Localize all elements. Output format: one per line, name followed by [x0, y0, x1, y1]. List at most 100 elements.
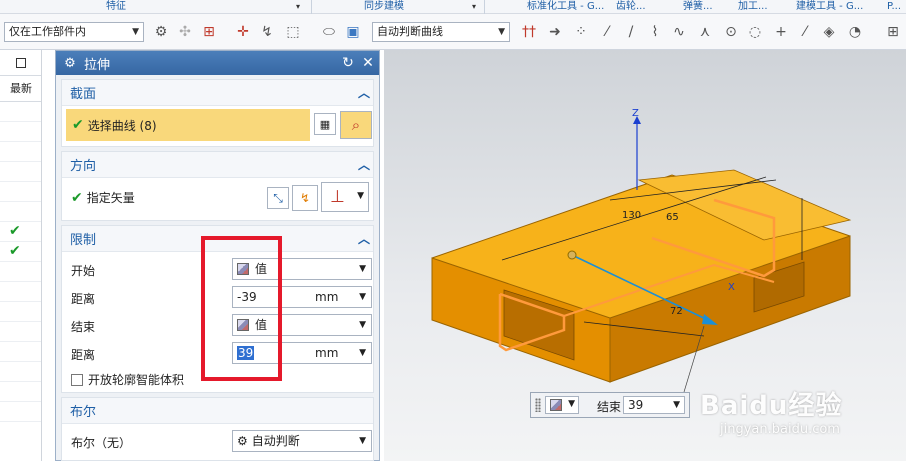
dialog-title: 拉伸 — [84, 57, 111, 73]
drag-handle[interactable] — [567, 250, 577, 260]
lasso-icon[interactable]: ↯ — [258, 23, 276, 41]
navigator-row[interactable] — [0, 362, 41, 382]
snap-icon[interactable]: ✣ — [176, 23, 194, 41]
quadrant-point-icon[interactable]: ◌ — [746, 23, 764, 41]
point-snap-icon[interactable]: ✛ — [234, 23, 252, 41]
vector-label: 指定矢量 — [86, 191, 135, 205]
intersection-icon[interactable]: ⋏ — [696, 23, 714, 41]
x-axis-label: X — [728, 282, 735, 293]
collapse-icon[interactable]: ︿ — [355, 230, 373, 247]
navigator-row[interactable]: ✔ — [0, 242, 41, 262]
navigator-row[interactable] — [0, 122, 41, 142]
solid-body-icon[interactable]: ⬭ — [320, 23, 338, 41]
close-icon[interactable]: ✕ — [359, 54, 377, 72]
select-curve-row[interactable]: ✔ 选择曲线 (8) — [66, 109, 310, 141]
value-icon — [550, 399, 562, 411]
option-select[interactable]: ▼ — [545, 396, 579, 414]
boolean-option-select[interactable]: ⚙ 自动判断 ▼ — [232, 430, 372, 452]
select-curve-label: 选择曲线 (8) — [87, 118, 157, 133]
check-icon: ✔ — [9, 243, 21, 259]
ribbon-group-features[interactable]: 特征 — [106, 0, 126, 14]
point-on-curve-icon[interactable]: ⁄ — [796, 23, 814, 41]
chevron-down-icon: ▼ — [359, 436, 366, 446]
curve-rule-combo[interactable]: 自动判断曲线 ▼ — [372, 22, 510, 42]
more-tools-icon[interactable]: ⊞ — [884, 23, 902, 41]
navigator-row[interactable] — [0, 202, 41, 222]
infer-icon: ⚙ — [237, 434, 248, 448]
filter-combo[interactable]: 仅在工作部件内 ▼ — [4, 22, 144, 42]
navigator-row[interactable] — [0, 322, 41, 342]
cube-icon[interactable]: ▣ — [344, 23, 362, 41]
view-options-icon[interactable]: ◔ — [846, 23, 864, 41]
boolean-header[interactable]: 布尔 — [62, 398, 373, 424]
line-endpoint-icon[interactable]: / — [622, 23, 640, 41]
ribbon-group-machining[interactable]: 加工... — [738, 0, 768, 14]
open-profile-row[interactable]: 开放轮廓智能体积 — [71, 371, 184, 388]
point-on-face-icon[interactable]: ◈ — [820, 23, 838, 41]
reverse-direction-button[interactable]: ⤡ — [267, 187, 289, 209]
direction-title: 方向 — [70, 159, 97, 174]
navigator-column-latest[interactable]: 最新 — [0, 76, 41, 102]
rectangle-select-icon[interactable]: ⬚ — [284, 23, 302, 41]
curve-rule-value: 自动判断曲线 — [377, 25, 443, 38]
check-icon: ✔ — [72, 117, 84, 133]
spline-icon[interactable]: ∿ — [670, 23, 688, 41]
center-point-icon[interactable]: ⊙ — [722, 23, 740, 41]
navigator-row[interactable] — [0, 382, 41, 402]
navigator-row[interactable] — [0, 182, 41, 202]
direction-panel: 方向 ︿ ✔ 指定矢量 ⤡ ↯ ⊥ ▼ — [61, 151, 374, 221]
section-header[interactable]: 截面 ︿ — [62, 80, 373, 106]
navigator-restore-button[interactable] — [0, 50, 41, 76]
chevron-down-icon[interactable]: ▼ — [359, 287, 366, 307]
chevron-down-icon[interactable]: ▼ — [359, 343, 366, 363]
gear-settings-icon[interactable]: ⚙ — [152, 23, 170, 41]
navigator-row[interactable] — [0, 342, 41, 362]
vector-icon: ↯ — [299, 191, 311, 205]
ribbon-group-more[interactable]: P... — [887, 0, 901, 14]
existing-point-icon[interactable]: + — [772, 23, 790, 41]
select-type-icon[interactable]: ⊞ — [200, 23, 218, 41]
navigator-row[interactable] — [0, 302, 41, 322]
ribbon-group-std-tools[interactable]: 标准化工具 - G... — [527, 0, 604, 14]
chevron-down-icon: ▼ — [357, 191, 364, 201]
stop-at-intersection-icon[interactable]: †† — [520, 23, 538, 41]
reset-icon[interactable]: ↻ — [339, 54, 357, 72]
ribbon-group-sync-modeling[interactable]: 同步建模 — [364, 0, 404, 14]
ribbon-group-gear[interactable]: 齿轮... — [616, 0, 646, 14]
baidu-watermark: Baidu经验 jingyan.baidu.com — [700, 385, 842, 437]
collapse-icon[interactable]: ︿ — [355, 84, 373, 101]
chevron-down-icon: ▼ — [498, 27, 505, 37]
reverse-arrow-icon: ⤡ — [273, 191, 283, 205]
gear-icon[interactable]: ⚙ — [62, 55, 78, 71]
navigator-row[interactable] — [0, 102, 41, 122]
dimension-label: 65 — [666, 212, 679, 223]
sketch-section-button[interactable]: ▦ — [314, 113, 336, 135]
navigator-row[interactable] — [0, 142, 41, 162]
on-screen-value-input[interactable]: 39 ▼ — [623, 396, 685, 414]
line-icon[interactable]: ⁄ — [598, 23, 616, 41]
boolean-panel: 布尔 布尔（无） ⚙ 自动判断 ▼ — [61, 397, 374, 461]
start-label: 开始 — [71, 264, 96, 278]
navigator-row[interactable] — [0, 162, 41, 182]
open-profile-checkbox[interactable] — [71, 373, 83, 386]
navigator-row[interactable] — [0, 402, 41, 422]
watermark-url: jingyan.baidu.com — [720, 422, 840, 437]
collapse-icon[interactable]: ︿ — [355, 156, 373, 173]
vector-dialog-button[interactable]: ↯ — [292, 185, 318, 211]
drag-grip-icon[interactable] — [535, 398, 541, 412]
chevron-down-icon: ▼ — [359, 320, 366, 330]
direction-header[interactable]: 方向 ︿ — [62, 152, 373, 178]
ribbon-group-modeling-tools[interactable]: 建模工具 - G... — [796, 0, 863, 14]
navigator-row[interactable] — [0, 282, 41, 302]
features-dropdown-icon[interactable]: ▾ — [296, 0, 300, 14]
boolean-option-value: 自动判断 — [251, 434, 300, 448]
follow-fillet-icon[interactable]: ➜ — [546, 23, 564, 41]
vector-type-dropdown[interactable]: ⊥ ▼ — [321, 182, 369, 212]
sync-dropdown-icon[interactable]: ▾ — [472, 0, 476, 14]
navigator-row[interactable]: ✔ — [0, 222, 41, 242]
navigator-row[interactable] — [0, 262, 41, 282]
ribbon-group-spring[interactable]: 弹簧... — [683, 0, 713, 14]
curve-icon[interactable]: ⌇ — [646, 23, 664, 41]
snap-grid-icon[interactable]: ⁘ — [572, 23, 590, 41]
curve-select-button[interactable]: ⌕ — [340, 111, 372, 139]
